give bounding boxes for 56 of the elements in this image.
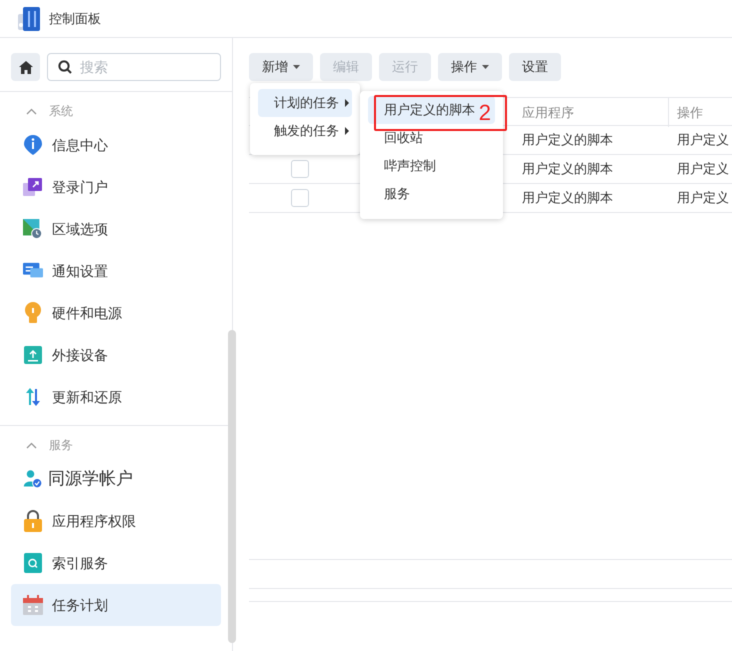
lightbulb-icon [24, 302, 42, 324]
scrollbar[interactable] [228, 330, 236, 643]
sidebar-item[interactable]: 登录门户 [11, 166, 221, 208]
toolbar-button[interactable]: 新增 [249, 53, 313, 81]
toolbar-button[interactable]: 操作 [438, 53, 502, 81]
checkbox[interactable] [291, 189, 309, 207]
sidebar-item[interactable]: 任务计划 [11, 584, 221, 626]
upload-icon [24, 346, 42, 364]
search-icon [24, 553, 42, 573]
lock-icon [24, 510, 42, 532]
window-title: 控制面板 [49, 10, 101, 28]
arrow-window-icon [23, 177, 43, 197]
submenu-arrow-icon [345, 127, 349, 135]
arrows-icon [23, 387, 43, 407]
section-title: 系统 [49, 103, 73, 120]
search-icon [58, 60, 72, 74]
sidebar-item[interactable]: 应用程序权限 [11, 500, 221, 542]
caret-icon [293, 65, 300, 69]
menu-item[interactable]: 计划的任务 [258, 89, 352, 117]
sidebar-item[interactable]: 信息中心 [11, 124, 221, 166]
home-button[interactable] [11, 53, 40, 81]
user-check-icon [23, 468, 43, 490]
menu-item[interactable]: 触发的任务 [258, 117, 352, 145]
table-cell-text: 用户定义 [676, 160, 730, 178]
calendar-icon [23, 595, 43, 615]
column-header[interactable]: 操作 [669, 98, 732, 127]
search-field[interactable]: 搜索 [47, 53, 221, 81]
sidebar-item[interactable]: 硬件和电源 [11, 292, 221, 334]
info-icon [23, 134, 43, 156]
menu-item[interactable]: 服务 [368, 180, 495, 208]
sidebar-item[interactable]: 索引服务 [11, 542, 221, 584]
home-icon [18, 60, 32, 74]
sidebar-item[interactable]: 外接设备 [11, 334, 221, 376]
toolbar-button[interactable]: 设置 [509, 53, 561, 81]
search-input[interactable]: 搜索 [80, 56, 210, 78]
map-clock-icon [23, 218, 43, 240]
checkbox[interactable] [291, 160, 309, 178]
section-title: 服务 [49, 437, 73, 454]
table-cell-text: 用户定义的脚本 [521, 160, 614, 178]
table-cell-text: 用户定义 [676, 131, 730, 150]
submenu-arrow-icon [345, 99, 349, 107]
table-cell-text: 用户定义的脚本 [521, 131, 614, 150]
app-icon [17, 6, 41, 32]
menu-item[interactable]: 回收站 [368, 124, 495, 152]
table-cell-text: 用户定义 [676, 189, 730, 208]
sidebar-item[interactable]: 更新和还原 [11, 376, 221, 418]
caret-icon [482, 65, 489, 69]
sidebar-item[interactable]: 同源学帐户 [11, 458, 221, 500]
chevron-up-icon[interactable] [26, 442, 37, 448]
sidebar-item[interactable]: 区域选项 [11, 208, 221, 250]
column-header[interactable]: 应用程序 [514, 98, 669, 127]
sidebar-item[interactable]: 通知设置 [11, 250, 221, 292]
menu-item[interactable]: 哔声控制 [368, 152, 495, 180]
table-cell-text: 用户定义的脚本 [521, 189, 614, 208]
annotation-number: 2 [478, 102, 491, 124]
chevron-up-icon[interactable] [26, 108, 37, 114]
